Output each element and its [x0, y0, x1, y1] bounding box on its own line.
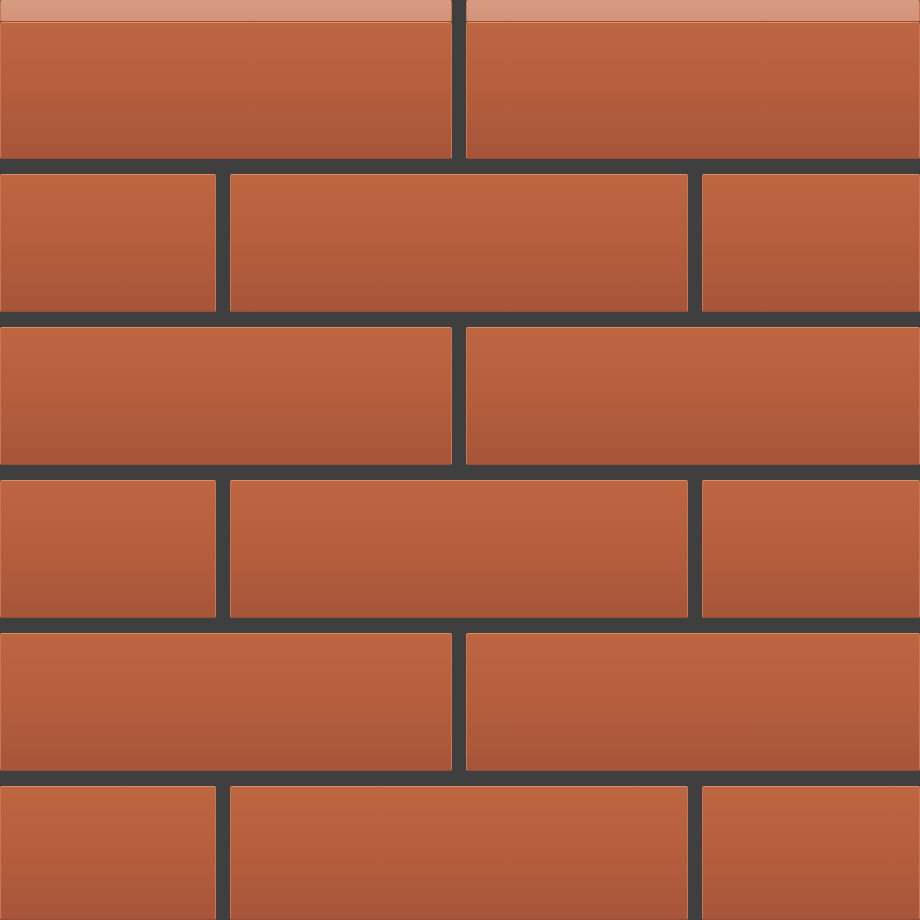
brick	[0, 327, 452, 465]
brick	[230, 480, 688, 618]
brick	[466, 22, 920, 159]
brick	[0, 480, 216, 618]
brick	[0, 786, 216, 920]
brick	[466, 633, 920, 771]
brick	[0, 633, 452, 771]
brick-wall	[0, 0, 920, 920]
brick	[466, 327, 920, 465]
brick	[0, 174, 216, 312]
brick	[702, 480, 920, 618]
brick	[702, 786, 920, 920]
brick-cap-right	[466, 0, 920, 22]
brick	[0, 22, 452, 159]
brick	[230, 174, 688, 312]
brick	[702, 174, 920, 312]
brick-cap-left	[0, 0, 452, 22]
brick	[230, 786, 688, 920]
